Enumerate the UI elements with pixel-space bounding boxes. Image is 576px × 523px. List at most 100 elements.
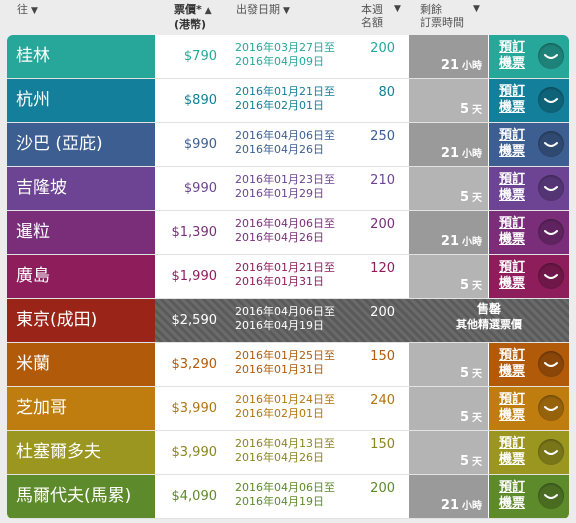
book-label-line1: 預訂 bbox=[499, 128, 526, 143]
remaining-value: 21 bbox=[440, 146, 459, 161]
date-to: 2016年04月19日 bbox=[235, 495, 324, 508]
book-label-line2: 機票 bbox=[499, 144, 526, 159]
book-go-button[interactable] bbox=[538, 351, 564, 377]
book-ticket-button[interactable]: 預訂 機票 bbox=[489, 211, 569, 254]
book-label-line1: 預訂 bbox=[499, 260, 526, 275]
book-go-button[interactable] bbox=[538, 175, 564, 201]
book-ticket-button[interactable]: 預訂 機票 bbox=[489, 79, 569, 122]
other-fares-link[interactable]: 其他精選票價 bbox=[409, 317, 569, 332]
date-to: 2016年04月09日 bbox=[235, 55, 324, 68]
date-from: 2016年01月23日至 bbox=[235, 173, 335, 186]
table-row: 米蘭 $3,290 2016年01月25日至 2016年01月31日 150 5 天預訂 機票 bbox=[7, 343, 569, 387]
column-remaining[interactable]: 剩餘 ▼ 訂票時間 bbox=[420, 3, 480, 29]
destination-city[interactable]: 芝加哥 bbox=[7, 387, 155, 430]
weekly-seats: 200 bbox=[370, 217, 395, 232]
destination-city[interactable]: 米蘭 bbox=[7, 343, 155, 386]
remaining-value: 5 bbox=[459, 102, 469, 117]
remaining-unit: 天 bbox=[472, 457, 482, 468]
date-to: 2016年04月19日 bbox=[235, 319, 324, 332]
book-go-button[interactable] bbox=[538, 439, 564, 465]
table-row: 芝加哥 $3,990 2016年01月24日至 2016年02月01日 240 5 天預訂機… bbox=[7, 387, 569, 431]
destination-city[interactable]: 桂林 bbox=[7, 35, 155, 78]
destination-city[interactable]: 東京(成田) bbox=[7, 299, 155, 342]
sort-up-icon: ▲ bbox=[204, 6, 212, 16]
table-row: 杭州 $890 2016年01月21日至 2016年02月01日 80 5 天預訂 機票 bbox=[7, 79, 569, 123]
column-destination[interactable]: 往 ▼ bbox=[17, 3, 38, 18]
book-label-line1: 預訂 bbox=[499, 172, 526, 187]
fare-price: $1,390 bbox=[171, 225, 218, 240]
remaining-value: 5 bbox=[459, 454, 469, 469]
smile-icon bbox=[544, 494, 558, 499]
sort-down-icon: ▼ bbox=[473, 4, 480, 14]
date-from: 2016年04月13日至 bbox=[235, 437, 335, 450]
fare-price: $990 bbox=[183, 181, 217, 196]
date-to: 2016年01月31日 bbox=[235, 363, 324, 376]
remaining-value: 21 bbox=[440, 58, 459, 73]
date-to: 2016年02月01日 bbox=[235, 99, 324, 112]
book-go-button[interactable] bbox=[538, 87, 564, 113]
date-from: 2016年01月24日至 bbox=[235, 393, 335, 406]
book-go-button[interactable] bbox=[538, 483, 564, 509]
book-ticket-button[interactable]: 預訂 機票 bbox=[489, 123, 569, 166]
destination-city[interactable]: 杜塞爾多夫 bbox=[7, 431, 155, 474]
fare-price: $3,290 bbox=[171, 357, 218, 372]
book-ticket-label[interactable]: 預訂 機票 bbox=[499, 480, 539, 512]
fare-price: $1,990 bbox=[171, 269, 218, 284]
book-ticket-label[interactable]: 預訂 機票 bbox=[499, 392, 539, 424]
book-label-line2: 機票 bbox=[499, 276, 526, 291]
book-go-button[interactable] bbox=[538, 395, 564, 421]
book-go-button[interactable] bbox=[538, 43, 564, 69]
book-ticket-label[interactable]: 預訂 機票 bbox=[499, 348, 539, 380]
fare-price: $4,090 bbox=[171, 489, 218, 504]
book-ticket-button[interactable]: 預訂 機票 bbox=[489, 167, 569, 210]
destination-city[interactable]: 吉隆坡 bbox=[7, 167, 155, 210]
remaining-unit: 小時 bbox=[462, 149, 482, 160]
book-ticket-button[interactable]: 預訂 機票 bbox=[489, 387, 569, 430]
remaining-unit: 天 bbox=[472, 369, 482, 380]
travel-dates: 2016年04月06日至 2016年04月26日 bbox=[235, 217, 345, 245]
date-from: 2016年04月06日至 bbox=[235, 129, 335, 142]
sold-out-status: 售罄 其他精選票價 bbox=[409, 302, 569, 332]
remaining-time: 5天 bbox=[409, 167, 488, 210]
date-from: 2016年04月06日至 bbox=[235, 217, 335, 230]
book-ticket-label[interactable]: 預訂 機票 bbox=[499, 436, 539, 468]
book-ticket-label[interactable]: 預訂 機票 bbox=[499, 216, 539, 248]
fare-table: 桂林 $790 2016年03月27日至 2016年04月09日 200 21 小時 預訂 機票… bbox=[7, 35, 569, 519]
smile-icon bbox=[544, 142, 558, 147]
destination-city[interactable]: 杭州 bbox=[7, 79, 155, 122]
remaining-time: 21 小時 bbox=[409, 123, 488, 166]
destination-city[interactable]: 馬爾代夫(馬累) bbox=[7, 475, 155, 518]
book-go-button[interactable] bbox=[538, 131, 564, 157]
book-ticket-button[interactable]: 預訂 機票 bbox=[489, 255, 569, 298]
destination-city[interactable]: 廣島 bbox=[7, 255, 155, 298]
book-ticket-button[interactable]: 預訂 機票 bbox=[489, 35, 569, 78]
remaining-unit: 天 bbox=[472, 193, 482, 204]
book-ticket-label[interactable]: 預訂 機票 bbox=[499, 84, 539, 116]
date-from: 2016年01月25日至 bbox=[235, 349, 335, 362]
book-ticket-label[interactable]: 預訂 機票 bbox=[499, 260, 539, 292]
smile-icon bbox=[544, 54, 558, 59]
book-ticket-label[interactable]: 預訂 機票 bbox=[499, 172, 539, 204]
destination-city[interactable]: 暹粒 bbox=[7, 211, 155, 254]
book-ticket-label[interactable]: 預訂 機票 bbox=[499, 128, 539, 160]
remaining-unit: 小時 bbox=[462, 501, 482, 512]
book-label-line2: 機票 bbox=[499, 56, 526, 71]
column-price[interactable]: 票價* ▲ (港幣) bbox=[174, 3, 212, 31]
book-ticket-button[interactable]: 預訂 機票 bbox=[489, 475, 569, 518]
date-from: 2016年04月06日至 bbox=[235, 481, 335, 494]
column-travel-dates[interactable]: 出發日期 ▼ bbox=[236, 3, 290, 18]
book-go-button[interactable] bbox=[538, 263, 564, 289]
column-seats[interactable]: 本週 ▼ 名額 bbox=[361, 3, 401, 29]
book-ticket-button[interactable]: 預訂 機票 bbox=[489, 431, 569, 474]
date-to: 2016年01月29日 bbox=[235, 187, 324, 200]
table-row: 廣島 $1,990 2016年01月21日至 2016年01月31日 120 5 天預訂 機票 bbox=[7, 255, 569, 299]
table-row: 沙巴 (亞庇) $990 2016年04月06日至 2016年04月26日 250 21 小… bbox=[7, 123, 569, 167]
book-go-button[interactable] bbox=[538, 219, 564, 245]
remaining-unit: 小時 bbox=[462, 237, 482, 248]
book-ticket-button[interactable]: 預訂 機票 bbox=[489, 343, 569, 386]
travel-dates: 2016年01月24日至 2016年02月01日 bbox=[235, 393, 345, 421]
destination-city[interactable]: 沙巴 (亞庇) bbox=[7, 123, 155, 166]
book-ticket-label[interactable]: 預訂 機票 bbox=[499, 40, 539, 72]
column-remaining-label-2: 訂票時間 bbox=[420, 16, 464, 29]
weekly-seats: 150 bbox=[370, 349, 395, 364]
